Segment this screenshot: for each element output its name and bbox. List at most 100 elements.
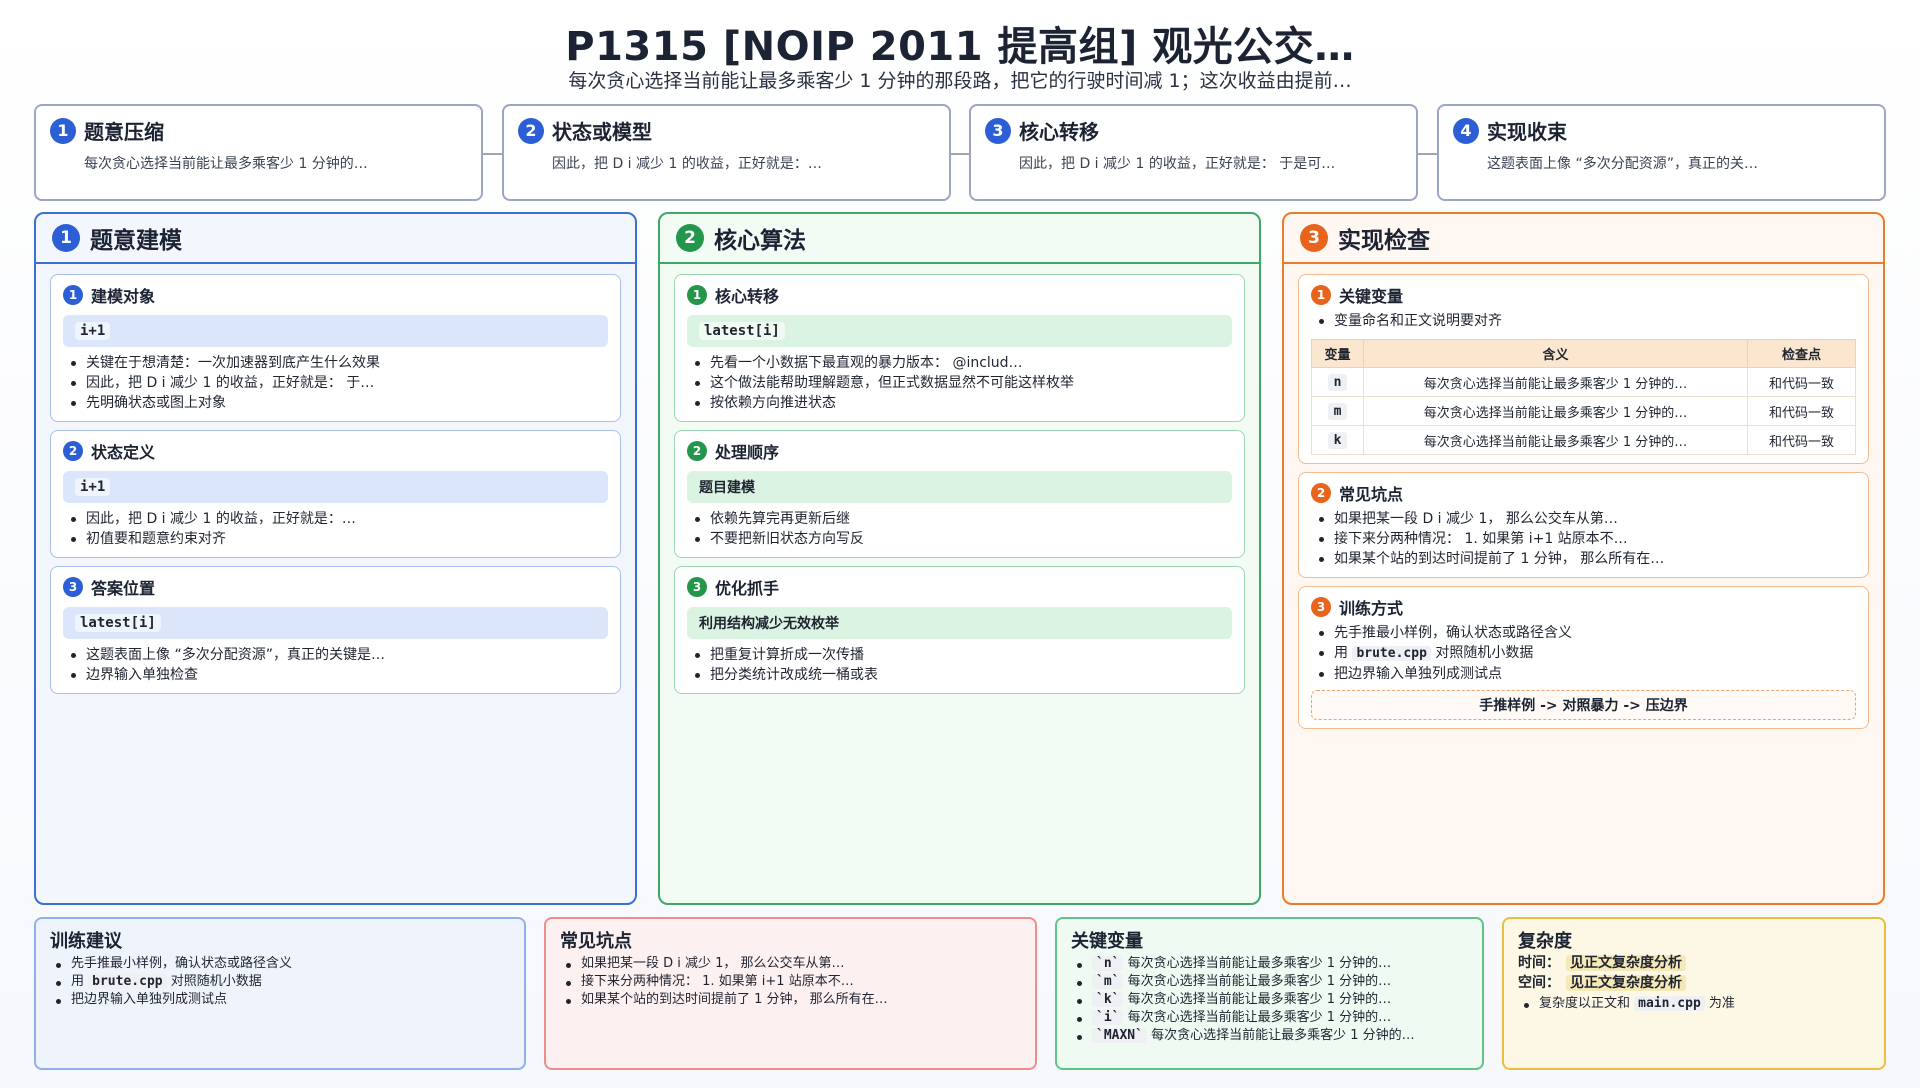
panel-title: 题意建模 — [90, 228, 182, 254]
table-header: 检查点 — [1747, 339, 1856, 368]
step-title: 实现收束 — [1487, 120, 1567, 144]
list-item: `m` 每次贪心选择当前能让最多乘客少 1 分钟的… — [1077, 973, 1468, 991]
step-title: 状态或模型 — [552, 120, 652, 144]
card-optimization: 3 优化抓手 利用结构减少无效枚举 把重复计算折成一次传播 把分类统计改成统一桶… — [674, 566, 1245, 694]
card-title: 常见坑点 — [1339, 485, 1404, 504]
panel-number-badge: 3 — [1300, 224, 1328, 252]
list-item: 如果某个站的到达时间提前了 1 分钟， 那么所有在… — [1319, 549, 1856, 569]
step-number-badge: 1 — [50, 117, 76, 144]
table-cell-check: 和代码一致 — [1747, 367, 1856, 397]
step-card-4: 4 实现收束 这题表面上像 “多次分配资源”，真正的关… — [1437, 104, 1886, 201]
summary-title: 关键变量 — [1071, 931, 1143, 952]
list-item: 把边界输入单独列成测试点 — [56, 991, 510, 1009]
step-title: 题意压缩 — [84, 120, 164, 144]
list-item: 先手推最小样例，确认状态或路径含义 — [1319, 623, 1856, 643]
inline-code: `m` — [1092, 974, 1124, 989]
card-number-badge: 2 — [687, 441, 707, 461]
panel-implementation: 3 实现检查 1 关键变量 变量命名和正文说明要对齐 变量 含义 检查点 n 每… — [1282, 212, 1885, 905]
summary-title: 常见坑点 — [560, 931, 632, 952]
step-row: 1 题意压缩 每次贪心选择当前能让最多乘客少 1 分钟的… 2 状态或模型 因此… — [34, 104, 1886, 201]
list-item: 如果把某一段 D i 减少 1， 那么公交车从第… — [566, 955, 1021, 973]
card-title: 状态定义 — [91, 443, 156, 462]
step-text: 因此，把 D i 减少 1 的收益，正好就是： 于是可… — [1019, 156, 1336, 172]
table-header: 变量 — [1311, 339, 1364, 368]
panel-title: 核心算法 — [714, 228, 806, 254]
page-subtitle: 每次贪心选择当前能让最多乘客少 1 分钟的那段路，把它的行驶时间减 1；这次收益… — [568, 70, 1352, 92]
table-cell-check: 和代码一致 — [1747, 396, 1856, 426]
inline-code: `i` — [1092, 1010, 1124, 1025]
training-flow: 手推样例 -> 对照暴力 -> 压边界 — [1311, 690, 1856, 720]
step-connector — [951, 153, 971, 155]
step-card-2: 2 状态或模型 因此，把 D i 减少 1 的收益，正好就是：… — [502, 104, 951, 201]
table-cell-meaning: 每次贪心选择当前能让最多乘客少 1 分钟的… — [1363, 425, 1748, 455]
panel-number-badge: 1 — [52, 224, 80, 252]
list-item: 先看一个小数据下最直观的暴力版本： @includ… — [695, 353, 1232, 373]
list-item: `n` 每次贪心选择当前能让最多乘客少 1 分钟的… — [1077, 955, 1468, 973]
step-number-badge: 2 — [518, 117, 544, 144]
code-chip: latest[i] — [63, 607, 608, 639]
list-item: 先明确状态或图上对象 — [71, 393, 608, 413]
summary-training: 训练建议 先手推最小样例，确认状态或路径含义 用 brute.cpp 对照随机小… — [34, 917, 526, 1070]
card-modeling-object: 1 建模对象 i+1 关键在于想清楚：一次加速器到底产生什么效果 因此，把 D … — [50, 274, 621, 422]
inline-code: `MAXN` — [1092, 1028, 1147, 1043]
card-number-badge: 3 — [687, 577, 707, 597]
card-answer-position: 3 答案位置 latest[i] 这题表面上像 “多次分配资源”，真正的关键是…… — [50, 566, 621, 694]
card-number-badge: 3 — [1311, 597, 1331, 617]
table-cell-var: m — [1311, 396, 1364, 426]
card-title: 关键变量 — [1339, 287, 1404, 306]
card-number-badge: 1 — [687, 285, 707, 305]
step-text: 这题表面上像 “多次分配资源”，真正的关… — [1487, 156, 1758, 172]
step-card-3: 3 核心转移 因此，把 D i 减少 1 的收益，正好就是： 于是可… — [969, 104, 1418, 201]
inline-code: brute.cpp — [88, 974, 167, 989]
card-number-badge: 1 — [63, 285, 83, 305]
list-item: 把边界输入单独列成测试点 — [1319, 664, 1856, 684]
code-chip: latest[i] — [687, 315, 1232, 347]
list-item: 先手推最小样例，确认状态或路径含义 — [56, 955, 510, 973]
table-cell-meaning: 每次贪心选择当前能让最多乘客少 1 分钟的… — [1363, 367, 1748, 397]
step-card-1: 1 题意压缩 每次贪心选择当前能让最多乘客少 1 分钟的… — [34, 104, 483, 201]
inline-code: brute.cpp — [1352, 646, 1431, 661]
card-number-badge: 3 — [63, 577, 83, 597]
summary-key-variables: 关键变量 `n` 每次贪心选择当前能让最多乘客少 1 分钟的… `m` 每次贪心… — [1055, 917, 1484, 1070]
list-item: 因此，把 D i 减少 1 的收益，正好就是： 于… — [71, 373, 608, 393]
code-chip: i+1 — [63, 315, 608, 347]
summary-pitfalls: 常见坑点 如果把某一段 D i 减少 1， 那么公交车从第… 接下来分两种情况：… — [544, 917, 1037, 1070]
table-cell-meaning: 每次贪心选择当前能让最多乘客少 1 分钟的… — [1363, 396, 1748, 426]
step-number-badge: 4 — [1453, 117, 1479, 144]
card-core-transition: 1 核心转移 latest[i] 先看一个小数据下最直观的暴力版本： @incl… — [674, 274, 1245, 422]
list-item: `i` 每次贪心选择当前能让最多乘客少 1 分钟的… — [1077, 1009, 1468, 1027]
list-item: `k` 每次贪心选择当前能让最多乘客少 1 分钟的… — [1077, 991, 1468, 1009]
table-cell-var: n — [1311, 367, 1364, 397]
list-item: 把重复计算折成一次传播 — [695, 645, 1232, 665]
step-connector — [483, 153, 503, 155]
card-processing-order: 2 处理顺序 题目建模 依赖先算完再更新后继 不要把新旧状态方向写反 — [674, 430, 1245, 558]
list-item: 接下来分两种情况： 1. 如果第 i+1 站原本不… — [1319, 529, 1856, 549]
list-item: 因此，把 D i 减少 1 的收益，正好就是：… — [71, 509, 608, 529]
list-item: 复杂度以正文和 main.cpp 为准 — [1524, 995, 1870, 1013]
list-item: 初值要和题意约束对齐 — [71, 529, 608, 549]
list-item: 边界输入单独检查 — [71, 665, 608, 685]
complexity-time: 时间： 见正文复杂度分析 — [1518, 953, 1870, 973]
summary-complexity: 复杂度 时间： 见正文复杂度分析 空间： 见正文复杂度分析 复杂度以正文和 main… — [1502, 917, 1886, 1070]
panel-title: 实现检查 — [1338, 228, 1430, 254]
table-header: 含义 — [1363, 339, 1748, 368]
panel-algorithm: 2 核心算法 1 核心转移 latest[i] 先看一个小数据下最直观的暴力版本… — [658, 212, 1261, 905]
list-item: 用 brute.cpp 对照随机小数据 — [1319, 643, 1856, 664]
card-title: 核心转移 — [715, 287, 780, 306]
list-item: 依赖先算完再更新后继 — [695, 509, 1232, 529]
code-chip: i+1 — [63, 471, 608, 503]
label-chip: 利用结构减少无效枚举 — [687, 607, 1232, 639]
list-item: 这个做法能帮助理解题意，但正式数据显然不可能这样枚举 — [695, 373, 1232, 393]
table-cell-check: 和代码一致 — [1747, 425, 1856, 455]
list-item: 如果把某一段 D i 减少 1， 那么公交车从第… — [1319, 509, 1856, 529]
table-row: n 每次贪心选择当前能让最多乘客少 1 分钟的… 和代码一致 — [1311, 367, 1856, 397]
list-item: 这题表面上像 “多次分配资源”，真正的关键是… — [71, 645, 608, 665]
list-item: 关键在于想清楚：一次加速器到底产生什么效果 — [71, 353, 608, 373]
label-chip: 题目建模 — [687, 471, 1232, 503]
panel-number-badge: 2 — [676, 224, 704, 252]
card-pitfalls: 2 常见坑点 如果把某一段 D i 减少 1， 那么公交车从第… 接下来分两种情… — [1298, 472, 1869, 578]
panel-modeling: 1 题意建模 1 建模对象 i+1 关键在于想清楚：一次加速器到底产生什么效果 … — [34, 212, 637, 905]
table-row: k 每次贪心选择当前能让最多乘客少 1 分钟的… 和代码一致 — [1311, 425, 1856, 455]
list-item: 把分类统计改成统一桶或表 — [695, 665, 1232, 685]
list-item: 接下来分两种情况： 1. 如果第 i+1 站原本不… — [566, 973, 1021, 991]
